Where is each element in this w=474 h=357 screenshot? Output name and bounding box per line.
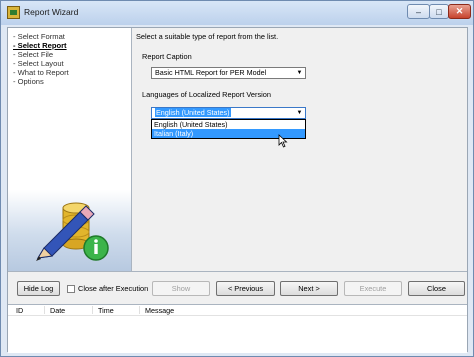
steps-pane: - Select Format - Select Report - Select…	[8, 28, 132, 271]
next-button[interactable]: Next >	[280, 281, 338, 296]
step-options: - Options	[13, 77, 44, 86]
hide-log-button[interactable]: Hide Log	[17, 281, 60, 296]
step-select-file: - Select File	[13, 50, 54, 59]
mouse-cursor-icon	[278, 134, 288, 148]
close-button[interactable]: Close	[408, 281, 465, 296]
dropdown-arrow-icon[interactable]: ▼	[294, 68, 305, 78]
instruction-text: Select a suitable type of report from th…	[136, 32, 279, 41]
column-separator	[139, 306, 140, 314]
previous-button[interactable]: < Previous	[216, 281, 275, 296]
dropdown-arrow-icon[interactable]: ▼	[294, 108, 305, 118]
step-what-to-report: - What to Report	[13, 68, 69, 77]
minimize-button[interactable]: ‒	[407, 4, 430, 19]
close-after-execution-checkbox[interactable]	[67, 285, 75, 293]
maximize-button[interactable]: □	[429, 4, 449, 19]
title-bar[interactable]: Report Wizard ‒ □ ✕	[1, 1, 473, 25]
window-title: Report Wizard	[24, 7, 79, 17]
report-caption-label: Report Caption	[142, 52, 192, 61]
close-after-execution-label: Close after Execution	[78, 284, 149, 293]
log-header: ID Date Time Message	[8, 305, 467, 316]
report-selection-pane: Select a suitable type of report from th…	[132, 28, 467, 271]
log-col-time[interactable]: Time	[98, 306, 114, 315]
language-option-english[interactable]: English (United States)	[152, 120, 305, 129]
info-icon	[83, 235, 109, 261]
close-window-button[interactable]: ✕	[448, 4, 471, 19]
show-button[interactable]: Show	[152, 281, 210, 296]
report-wizard-window: Report Wizard ‒ □ ✕ - Select Format - Se…	[0, 0, 474, 357]
app-icon	[7, 6, 20, 19]
log-col-message[interactable]: Message	[145, 306, 174, 315]
language-value: English (United States)	[155, 108, 231, 117]
language-label: Languages of Localized Report Version	[142, 90, 272, 99]
report-caption-select[interactable]: Basic HTML Report for PER Model ▼	[151, 67, 306, 79]
step-select-report: - Select Report	[13, 41, 67, 50]
column-separator	[44, 306, 45, 314]
step-select-layout: - Select Layout	[13, 59, 64, 68]
execute-button[interactable]: Execute	[344, 281, 402, 296]
wizard-illustration	[8, 190, 131, 271]
step-select-format: - Select Format	[13, 32, 65, 41]
report-caption-value: Basic HTML Report for PER Model	[155, 68, 267, 77]
wizard-client-area: - Select Format - Select Report - Select…	[7, 27, 468, 353]
log-col-date[interactable]: Date	[50, 306, 65, 315]
log-col-id[interactable]: ID	[16, 306, 23, 315]
pane-divider	[8, 271, 467, 272]
log-list[interactable]: ID Date Time Message	[8, 304, 467, 353]
language-select[interactable]: English (United States) ▼	[151, 107, 306, 119]
column-separator	[92, 306, 93, 314]
